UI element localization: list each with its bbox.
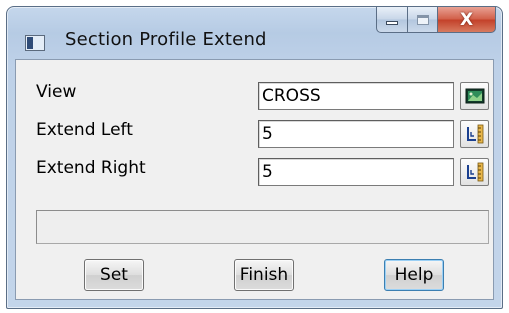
extend-left-label: Extend Left [36,120,133,140]
close-icon: X [459,9,474,30]
status-message-bar [36,210,489,244]
minimize-icon [386,20,398,25]
dialog-body: View CROSS Extend Left 5 Extend Right 5 … [15,59,494,300]
app-icon [25,35,45,51]
close-button[interactable]: X [438,7,496,33]
finish-button[interactable]: Finish [234,259,294,291]
view-label: View [36,82,77,102]
minimize-button[interactable] [376,7,408,33]
dialog-window: Section Profile Extend X View CROSS Exte… [6,6,503,309]
extend-right-pick-button[interactable] [460,158,489,186]
title-bar[interactable]: Section Profile Extend X [7,7,502,59]
extend-right-label: Extend Right [36,158,146,178]
set-button[interactable]: Set [84,259,144,291]
maximize-icon [416,14,429,25]
pick-distance-icon [466,124,483,144]
extend-left-pick-button[interactable] [460,120,489,148]
pick-distance-icon [466,162,483,182]
view-field[interactable]: CROSS [258,82,454,110]
view-select-icon [465,88,484,104]
help-button[interactable]: Help [384,259,444,291]
maximize-button[interactable] [408,7,438,33]
window-title: Section Profile Extend [65,29,267,50]
extend-left-field[interactable]: 5 [258,120,454,148]
extend-right-field[interactable]: 5 [258,158,454,186]
caption-buttons: X [376,7,496,33]
view-select-button[interactable] [460,82,489,110]
